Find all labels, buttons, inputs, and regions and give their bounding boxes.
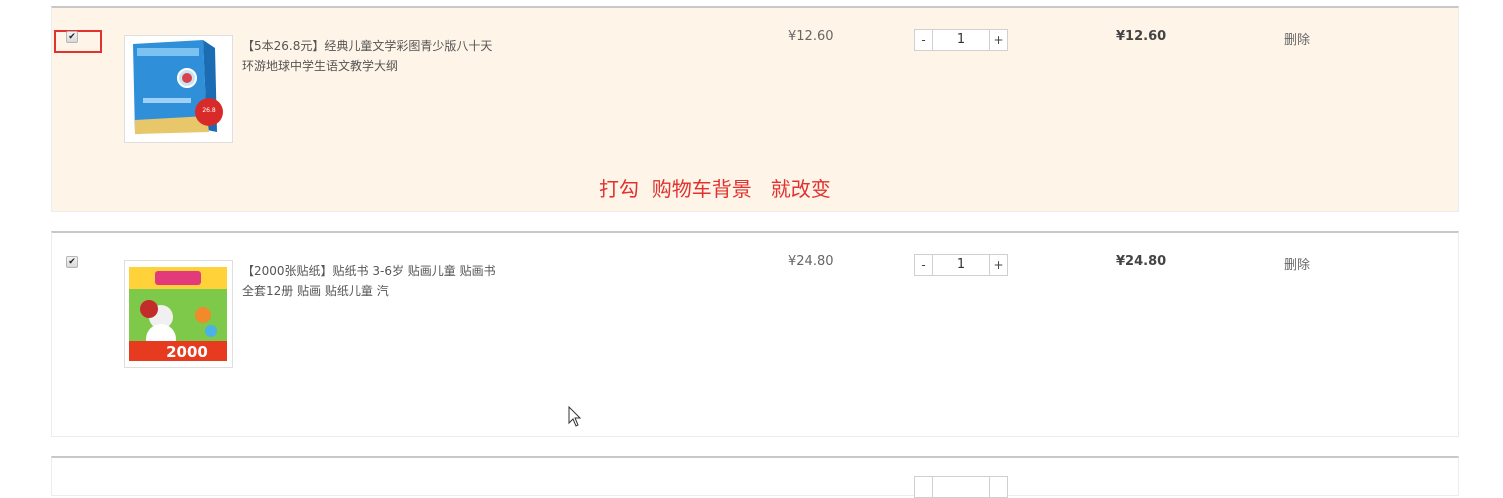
product-thumbnail[interactable]: 2000 [124,260,233,368]
mouse-pointer-icon [568,405,582,432]
item-subtotal: ¥24.80 [1116,254,1167,269]
cart-item: ✔ 2000 【2000张贴纸】贴纸书 3-6岁 贴画儿童 贴画书全套12册 贴… [51,231,1459,437]
delete-item-link[interactable]: 删除 [1284,29,1310,48]
item-checkbox[interactable]: ✔ [66,31,80,45]
cart-item: ✔ 26.8 【5本26.8元】经典儿童文学彩图青少版八十天环游地球中学生语文教… [51,6,1459,212]
cover-badge-text: 2000 [166,343,208,361]
annotation-text: 打勾 购物车背景 就改变 [599,177,831,201]
item-checkbox[interactable]: ✔ [66,256,80,270]
decrease-quantity-button[interactable] [915,477,933,497]
increase-quantity-button[interactable]: + [989,255,1007,275]
cart-item-partial [51,456,1459,498]
increase-quantity-button[interactable]: + [989,30,1007,50]
item-subtotal: ¥12.60 [1116,29,1167,44]
checkbox-check-icon[interactable]: ✔ [66,256,78,268]
quantity-input[interactable]: 1 [933,255,989,275]
product-title[interactable]: 【5本26.8元】经典儿童文学彩图青少版八十天环游地球中学生语文教学大纲 [242,36,502,76]
decrease-quantity-button[interactable]: - [915,255,933,275]
unit-price: ¥24.80 [788,254,834,269]
unit-price: ¥12.60 [788,29,834,44]
book-cover-image: 26.8 [125,36,232,142]
quantity-input[interactable] [933,477,989,497]
book-cover-image: 2000 [125,261,232,367]
cover-badge-text: 26.8 [202,107,216,114]
decrease-quantity-button[interactable]: - [915,30,933,50]
quantity-input[interactable]: 1 [933,30,989,50]
quantity-stepper [914,476,1008,498]
quantity-stepper: - 1 + [914,29,1008,51]
product-thumbnail[interactable]: 26.8 [124,35,233,143]
quantity-stepper: - 1 + [914,254,1008,276]
product-title[interactable]: 【2000张贴纸】贴纸书 3-6岁 贴画儿童 贴画书全套12册 贴画 贴纸儿童 … [242,261,502,301]
shopping-cart-list: ✔ 26.8 【5本26.8元】经典儿童文学彩图青少版八十天环游地球中学生语文教… [51,0,1459,498]
delete-item-link[interactable]: 删除 [1284,254,1310,273]
checkbox-check-icon[interactable]: ✔ [66,31,78,43]
increase-quantity-button[interactable] [989,477,1007,497]
